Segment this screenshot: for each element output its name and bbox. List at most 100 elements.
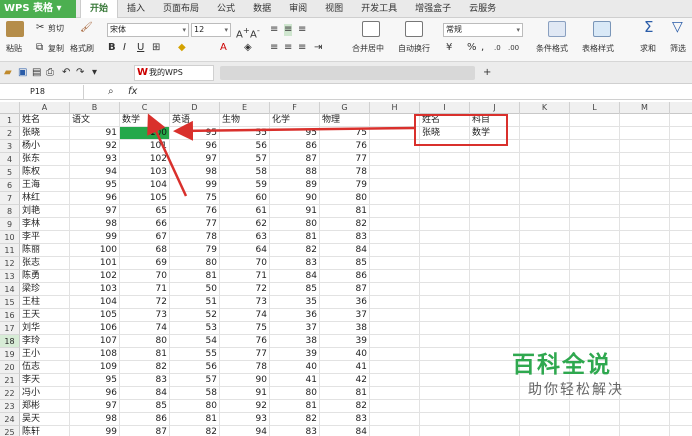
name-box[interactable]: P18 [0, 85, 84, 99]
cell[interactable] [470, 218, 520, 231]
name-cell[interactable]: 陈勇 [20, 270, 70, 283]
cell[interactable] [470, 231, 520, 244]
score-cell[interactable]: 81 [170, 270, 220, 283]
cell[interactable] [420, 296, 470, 309]
column-header[interactable]: L [570, 102, 620, 114]
row-header[interactable]: 11 [0, 244, 20, 257]
cell[interactable] [570, 426, 620, 436]
align-top-icon[interactable]: ≡ [270, 24, 278, 36]
cell[interactable] [670, 192, 692, 205]
score-cell[interactable]: 58 [220, 166, 270, 179]
cell[interactable] [470, 270, 520, 283]
menu-tab[interactable]: 开发工具 [352, 0, 406, 18]
copy-icon[interactable]: ⧉ [36, 42, 43, 54]
bold-icon[interactable]: B [108, 42, 116, 54]
cell[interactable] [420, 244, 470, 257]
cell[interactable] [420, 387, 470, 400]
indent-icon[interactable]: ⇥ [314, 42, 322, 54]
cell[interactable] [670, 309, 692, 322]
cell[interactable] [470, 400, 520, 413]
score-cell[interactable]: 82 [120, 361, 170, 374]
score-cell[interactable]: 92 [220, 400, 270, 413]
column-header[interactable]: E [220, 102, 270, 114]
cell[interactable] [470, 179, 520, 192]
score-cell[interactable]: 92 [70, 140, 120, 153]
menu-tab[interactable]: 数据 [244, 0, 280, 18]
score-cell[interactable]: 108 [70, 348, 120, 361]
cell[interactable] [520, 179, 570, 192]
align-bottom-icon[interactable]: ≡ [298, 24, 306, 36]
cell[interactable] [670, 166, 692, 179]
score-cell[interactable]: 83 [270, 426, 320, 436]
cell[interactable] [620, 400, 670, 413]
name-cell[interactable]: 陈轩 [20, 426, 70, 436]
score-cell[interactable]: 73 [220, 296, 270, 309]
score-cell[interactable]: 96 [70, 387, 120, 400]
score-cell[interactable]: 38 [320, 322, 370, 335]
score-cell[interactable]: 101 [120, 140, 170, 153]
cell[interactable] [520, 140, 570, 153]
score-cell[interactable]: 72 [220, 283, 270, 296]
cell[interactable] [420, 257, 470, 270]
cell[interactable] [670, 361, 692, 374]
cell[interactable] [420, 218, 470, 231]
cell[interactable] [470, 153, 520, 166]
cell[interactable] [620, 205, 670, 218]
name-cell[interactable]: 吴天 [20, 413, 70, 426]
row-header[interactable]: 23 [0, 400, 20, 413]
cell[interactable] [470, 205, 520, 218]
cell[interactable] [670, 413, 692, 426]
cell[interactable] [570, 218, 620, 231]
score-cell[interactable]: 90 [270, 192, 320, 205]
score-cell[interactable]: 36 [320, 296, 370, 309]
score-cell[interactable]: 79 [170, 244, 220, 257]
score-cell[interactable]: 52 [170, 309, 220, 322]
cell[interactable] [520, 153, 570, 166]
cell[interactable] [570, 400, 620, 413]
score-cell[interactable]: 99 [170, 179, 220, 192]
cell[interactable] [570, 322, 620, 335]
highlighted-cell[interactable]: 100 [120, 127, 170, 140]
row-header[interactable]: 7 [0, 192, 20, 205]
redo-icon[interactable]: ↷ [76, 67, 84, 79]
cell[interactable] [370, 309, 420, 322]
header-cell[interactable]: 数学 [120, 114, 170, 127]
cell[interactable] [470, 309, 520, 322]
score-cell[interactable]: 75 [320, 127, 370, 140]
score-cell[interactable]: 103 [120, 166, 170, 179]
score-cell[interactable]: 97 [70, 400, 120, 413]
score-cell[interactable]: 39 [270, 348, 320, 361]
score-cell[interactable]: 42 [320, 374, 370, 387]
cell[interactable] [670, 426, 692, 436]
row-header[interactable]: 15 [0, 296, 20, 309]
score-cell[interactable]: 81 [320, 387, 370, 400]
fx-icon[interactable]: fx [128, 86, 137, 98]
score-cell[interactable]: 95 [70, 374, 120, 387]
header-cell[interactable]: 语文 [70, 114, 120, 127]
score-cell[interactable]: 40 [320, 348, 370, 361]
thousands-icon[interactable]: , [481, 42, 484, 54]
cell[interactable] [520, 205, 570, 218]
save-icon[interactable]: ▣ [18, 67, 27, 79]
score-cell[interactable]: 65 [120, 205, 170, 218]
score-cell[interactable]: 36 [270, 309, 320, 322]
cell[interactable] [620, 374, 670, 387]
cell[interactable] [470, 322, 520, 335]
score-cell[interactable]: 41 [320, 361, 370, 374]
cell[interactable] [670, 296, 692, 309]
score-cell[interactable]: 82 [320, 400, 370, 413]
cell[interactable] [620, 283, 670, 296]
cell[interactable] [420, 179, 470, 192]
score-cell[interactable]: 68 [120, 244, 170, 257]
score-cell[interactable]: 51 [170, 296, 220, 309]
paste-button[interactable]: 粘贴 [6, 43, 22, 54]
percent-icon[interactable]: % [467, 42, 477, 54]
cell[interactable] [370, 114, 420, 127]
cell[interactable] [370, 192, 420, 205]
score-cell[interactable]: 99 [70, 426, 120, 436]
score-cell[interactable]: 102 [70, 270, 120, 283]
score-cell[interactable]: 100 [70, 244, 120, 257]
table-style-icon[interactable] [593, 21, 611, 37]
row-header[interactable]: 14 [0, 283, 20, 296]
italic-icon[interactable]: I [123, 42, 126, 54]
